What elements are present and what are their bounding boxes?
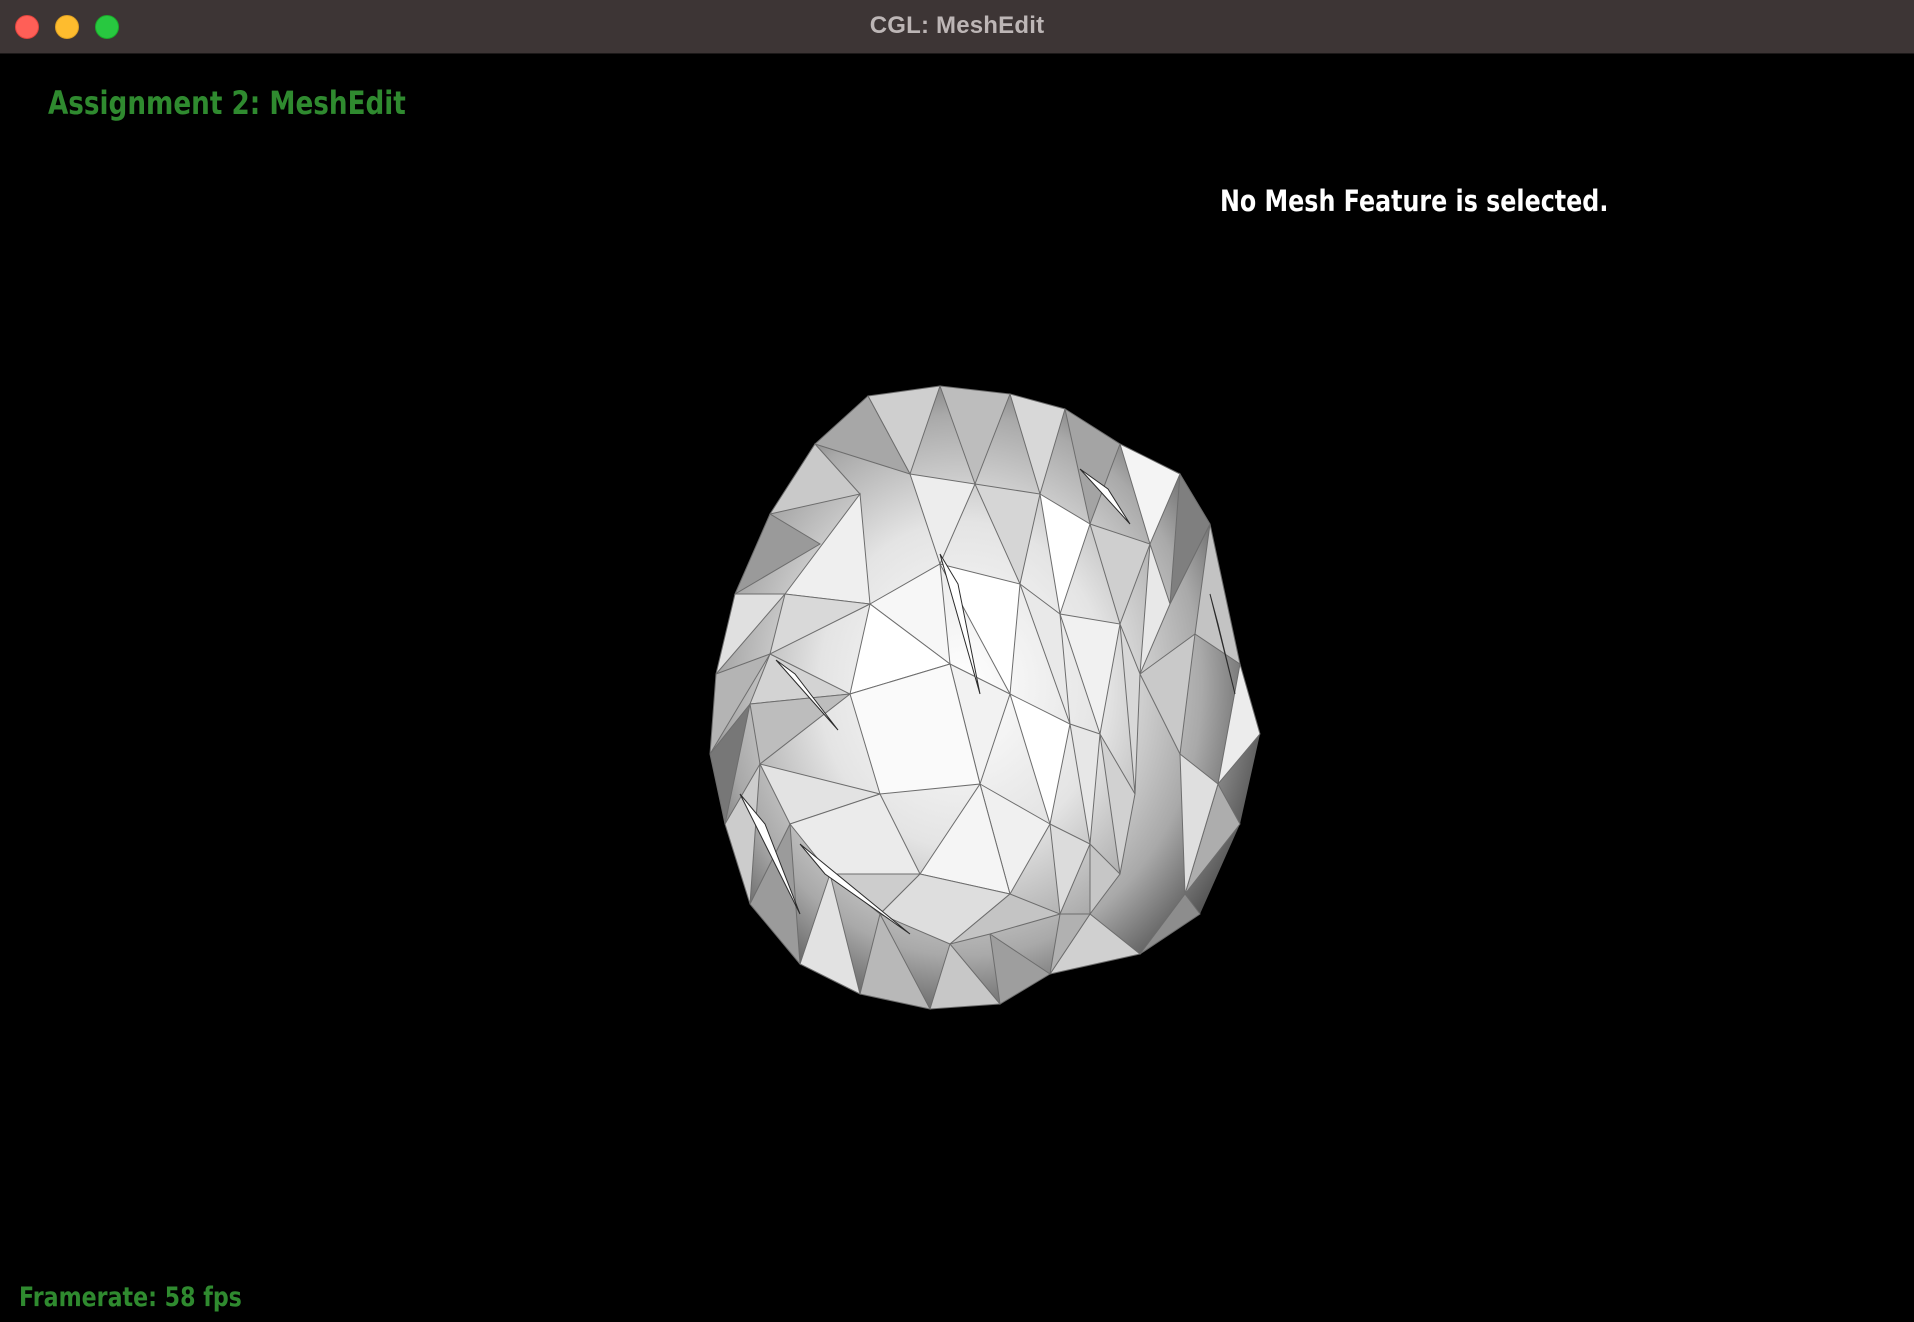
app-window: CGL: MeshEdit Assignment 2: MeshEdit No …	[0, 0, 1914, 1322]
mesh-model[interactable]	[620, 374, 1300, 1094]
framerate-readout: Framerate: 58 fps	[19, 1282, 242, 1313]
title-bar[interactable]: CGL: MeshEdit	[0, 0, 1914, 54]
render-viewport[interactable]: Assignment 2: MeshEdit No Mesh Feature i…	[0, 54, 1914, 1322]
window-title: CGL: MeshEdit	[869, 12, 1045, 39]
assignment-heading: Assignment 2: MeshEdit	[48, 84, 406, 122]
mesh-feature-status: No Mesh Feature is selected.	[1220, 184, 1609, 218]
